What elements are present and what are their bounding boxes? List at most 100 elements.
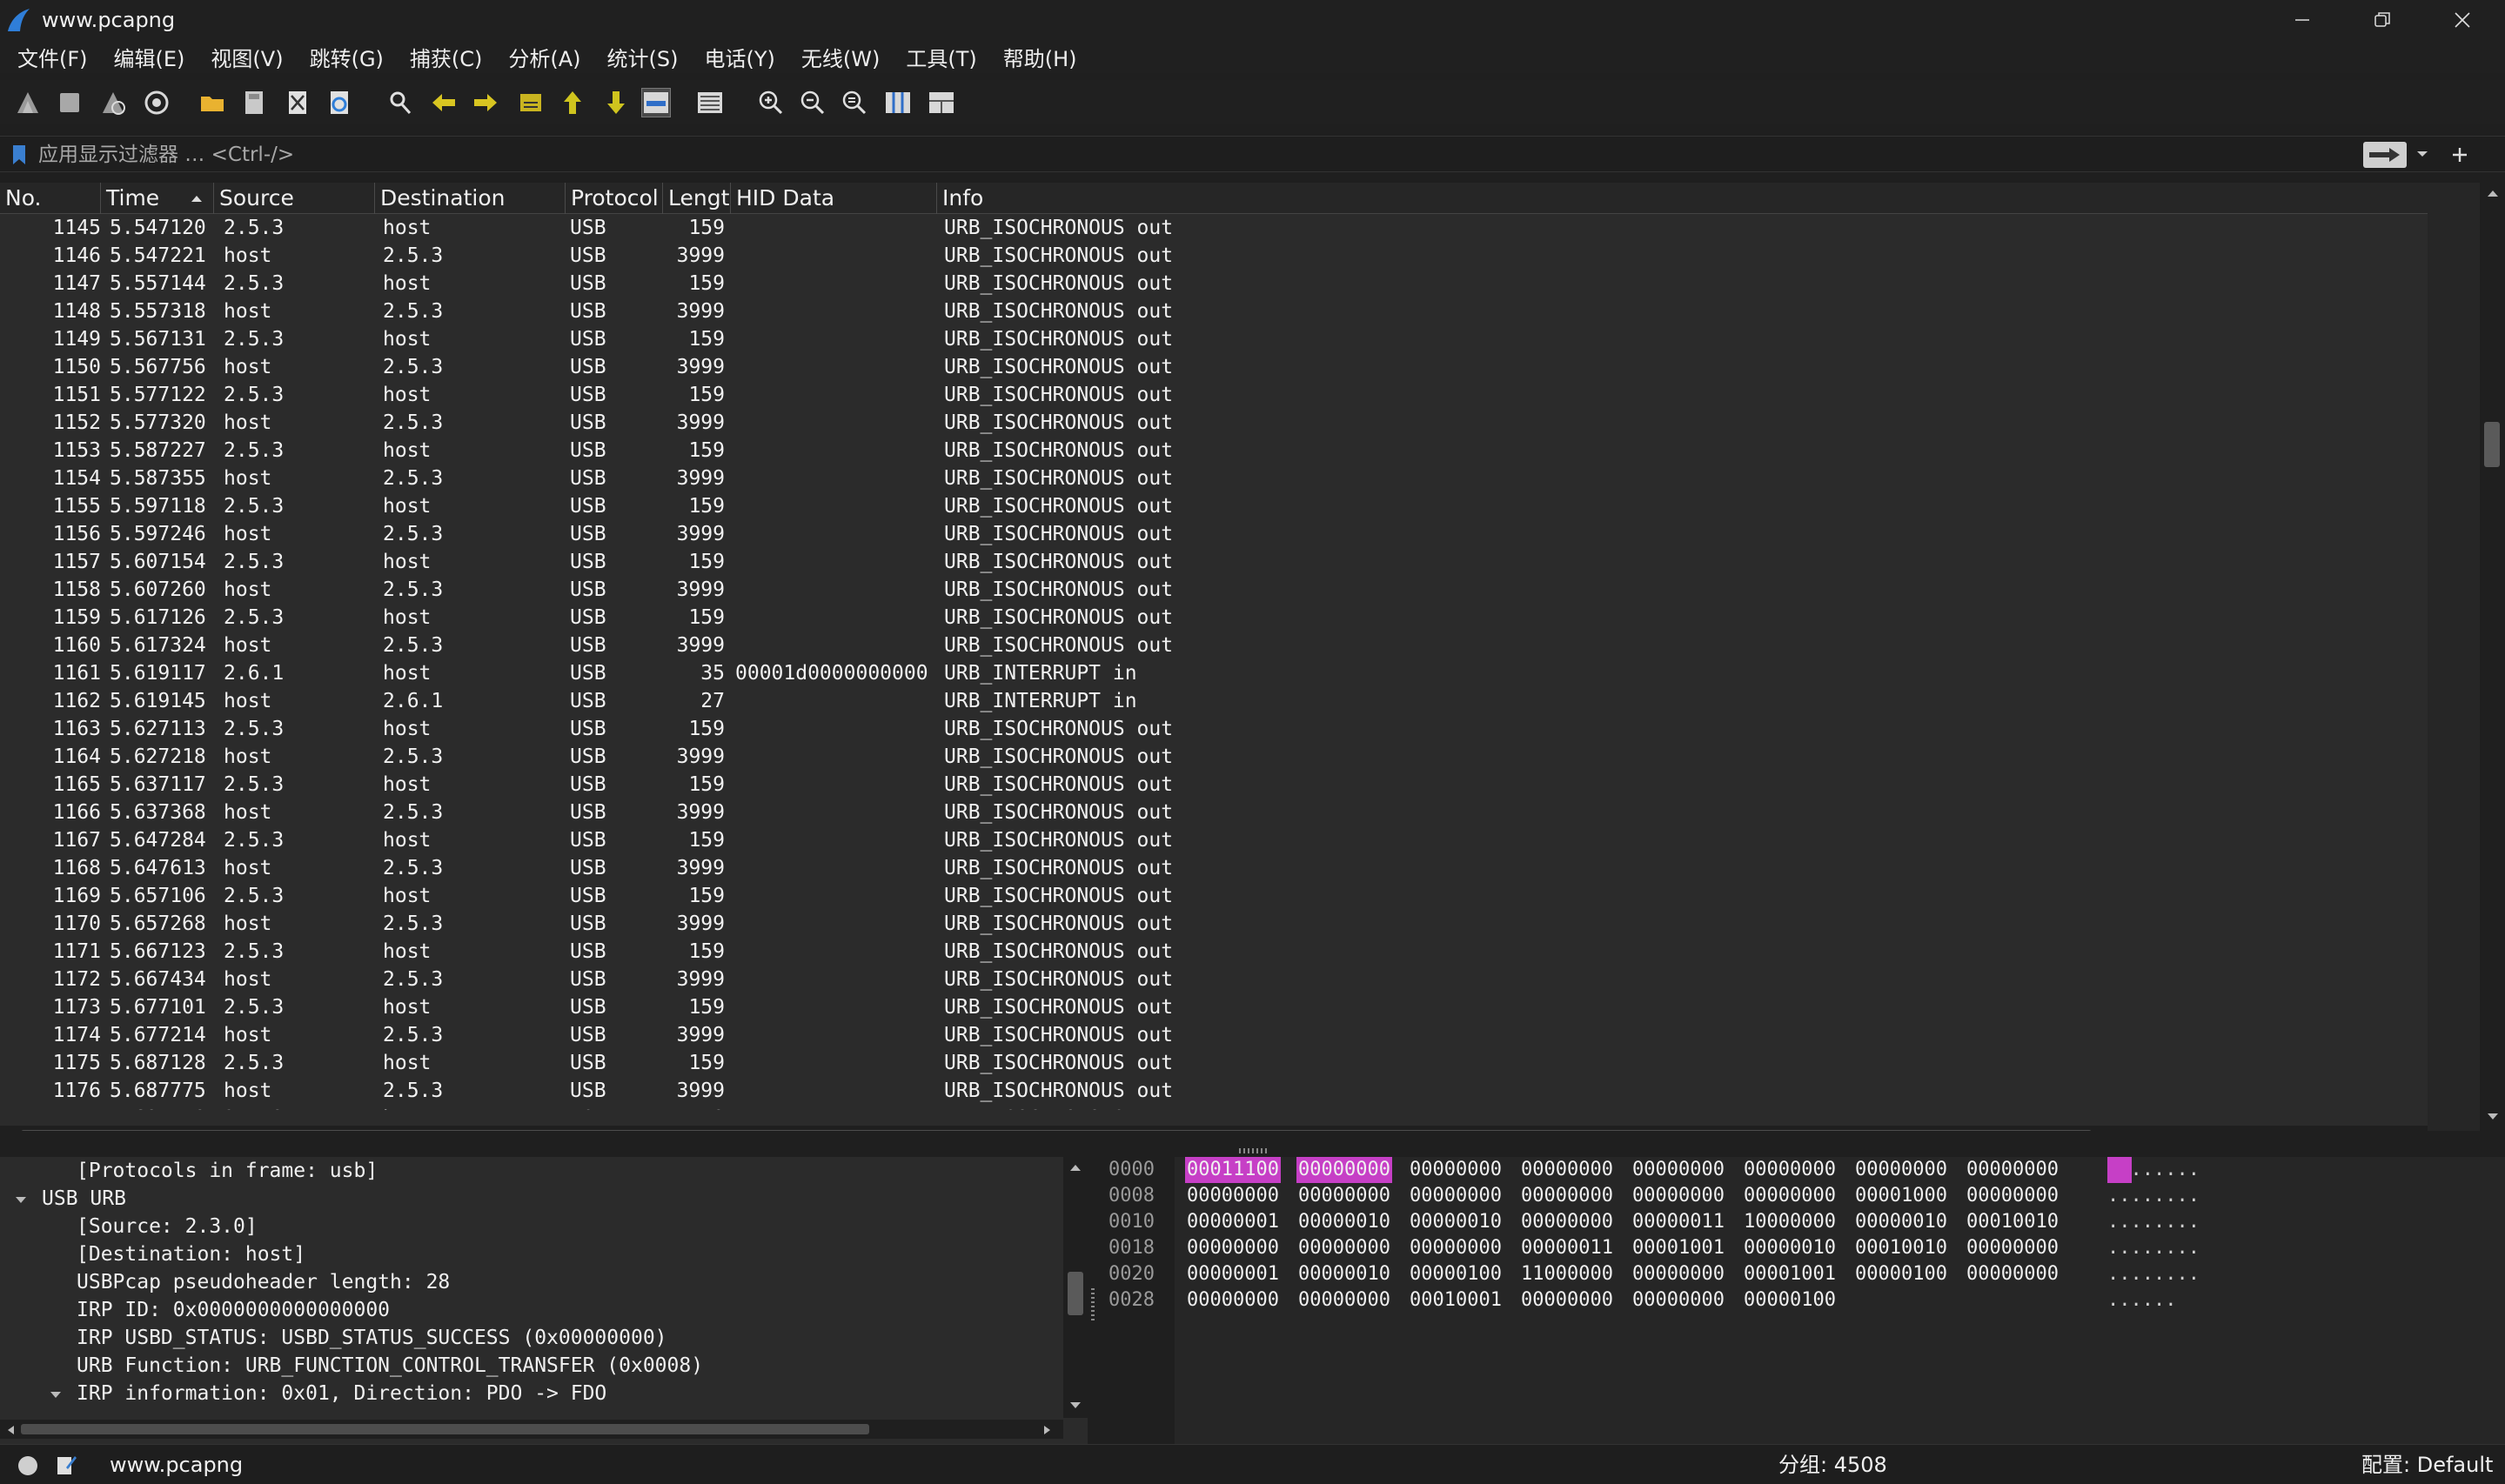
byte-value[interactable]: 00011100 bbox=[1185, 1157, 1281, 1183]
packet-row[interactable]: 1155 5.597118 2.5.3 host USB 159 URB_ISOCHRONO… bbox=[0, 492, 2428, 520]
byte-value[interactable]: 00000010 bbox=[1296, 1261, 1392, 1287]
byte-value[interactable]: 00010010 bbox=[1853, 1235, 1949, 1261]
scroll-up-icon[interactable] bbox=[2486, 188, 2500, 198]
packet-row[interactable]: 1149 5.567131 2.5.3 host USB 159 URB_ISOCHRONO… bbox=[0, 325, 2428, 353]
packet-row[interactable]: 1171 5.667123 2.5.3 host USB 159 URB_ISOCHRONO… bbox=[0, 938, 2428, 966]
menu-item-5[interactable]: 分析(A) bbox=[508, 42, 580, 72]
packet-row[interactable]: 1177 5.6971102.5.3 host USB159 URB_ISOCHRONO… bbox=[0, 1105, 2428, 1110]
ascii-line[interactable]: ........ bbox=[2107, 1183, 2200, 1209]
expand-arrow-icon[interactable] bbox=[49, 1390, 63, 1400]
byte-value[interactable]: 00000000 bbox=[1519, 1209, 1615, 1235]
ascii-line[interactable]: ........ bbox=[2107, 1235, 2200, 1261]
menu-item-7[interactable]: 电话(Y) bbox=[705, 42, 775, 72]
packet-row[interactable]: 1159 5.617126 2.5.3 host USB 159 URB_ISOCHRONO… bbox=[0, 604, 2428, 632]
byte-value[interactable]: 00000000 bbox=[1631, 1157, 1726, 1183]
column-header-source[interactable]: Source bbox=[214, 183, 375, 214]
details-vertical-scrollbar[interactable] bbox=[1063, 1157, 1088, 1418]
packet-row[interactable]: 1147 5.557144 2.5.3 host USB 159 URB_ISOCHRONO… bbox=[0, 270, 2428, 297]
byte-value[interactable]: 00000000 bbox=[1296, 1287, 1392, 1314]
byte-value[interactable]: 00000000 bbox=[1408, 1235, 1504, 1261]
byte-value[interactable]: 00000000 bbox=[1965, 1261, 2060, 1287]
menu-item-2[interactable]: 视图(V) bbox=[211, 42, 283, 72]
packet-row[interactable]: 1168 5.647613 host 2.5.3 USB 3999 URB_ISOCHRON… bbox=[0, 854, 2428, 882]
normal-size-button[interactable] bbox=[841, 89, 868, 117]
packet-row[interactable]: 1152 5.577320 host 2.5.3 USB 3999 URB_ISOCHRON… bbox=[0, 409, 2428, 437]
details-vertical-thumb[interactable] bbox=[1068, 1272, 1083, 1315]
ascii-line[interactable]: ........ bbox=[2107, 1261, 2200, 1287]
packet-row[interactable]: 1174 5.677214 host 2.5.3 USB 3999 URB_ISOCHRON… bbox=[0, 1021, 2428, 1049]
packet-row[interactable]: 1176 5.687775 host 2.5.3 USB 3999 URB_ISOCHRON… bbox=[0, 1077, 2428, 1105]
scroll-down-icon[interactable] bbox=[2486, 1112, 2500, 1122]
details-tree-item[interactable]: [Source: 2.3.0] bbox=[77, 1213, 258, 1240]
byte-value[interactable]: 00000000 bbox=[1185, 1287, 1281, 1314]
packet-row[interactable]: 1169 5.657106 2.5.3 host USB 159 URB_ISOCHRONO… bbox=[0, 882, 2428, 910]
add-filter-button-icon[interactable] bbox=[2450, 145, 2469, 164]
capture-options-button[interactable] bbox=[143, 89, 171, 117]
reload-file-button[interactable] bbox=[325, 89, 353, 117]
packet-row[interactable]: 1154 5.587355 host 2.5.3 USB 3999 URB_ISOCHRON… bbox=[0, 465, 2428, 492]
scroll-left-icon[interactable] bbox=[5, 1424, 16, 1436]
apply-filter-button[interactable] bbox=[2363, 142, 2407, 168]
byte-value[interactable]: 00000000 bbox=[1408, 1157, 1504, 1183]
packet-row[interactable]: 1161 5.619117 2.6.1 host USB 35 00001d00000000… bbox=[0, 659, 2428, 687]
byte-value[interactable]: 00000000 bbox=[1185, 1235, 1281, 1261]
byte-value[interactable]: 00000000 bbox=[1631, 1261, 1726, 1287]
start-capture-button[interactable] bbox=[14, 89, 42, 117]
details-tree-item[interactable]: IRP ID: 0x0000000000000000 bbox=[77, 1296, 390, 1324]
details-horizontal-scrollbar[interactable] bbox=[0, 1420, 1063, 1439]
column-header-hid-data[interactable]: HID Data bbox=[731, 183, 937, 214]
byte-value[interactable]: 00000000 bbox=[1296, 1157, 1392, 1183]
byte-value[interactable]: 00000010 bbox=[1742, 1235, 1838, 1261]
byte-value[interactable]: 00000000 bbox=[1742, 1183, 1838, 1209]
byte-value[interactable]: 11000000 bbox=[1519, 1261, 1615, 1287]
details-tree-item[interactable]: USBPcap pseudoheader length: 28 bbox=[77, 1268, 450, 1296]
byte-value[interactable]: 00000011 bbox=[1631, 1209, 1726, 1235]
column-header-protocol[interactable]: Protocol bbox=[566, 183, 663, 214]
byte-value[interactable]: 00000000 bbox=[1965, 1157, 2060, 1183]
packet-list-horizontal-thumb[interactable] bbox=[21, 1130, 2092, 1131]
go-first-packet-button[interactable] bbox=[559, 89, 586, 117]
scroll-down-icon[interactable] bbox=[1068, 1400, 1082, 1411]
packet-row[interactable]: 1157 5.607154 2.5.3 host USB 159 URB_ISOCHRONO… bbox=[0, 548, 2428, 576]
go-to-packet-button[interactable] bbox=[517, 89, 545, 117]
restart-capture-button[interactable] bbox=[99, 89, 127, 117]
menu-item-10[interactable]: 帮助(H) bbox=[1003, 42, 1077, 72]
packet-row[interactable]: 1165 5.637117 2.5.3 host USB 159 URB_ISOCHRONO… bbox=[0, 771, 2428, 799]
byte-value[interactable]: 10000000 bbox=[1742, 1209, 1838, 1235]
byte-value[interactable]: 00000001 bbox=[1185, 1209, 1281, 1235]
details-tree-item[interactable]: [Protocols in frame: usb] bbox=[77, 1157, 378, 1185]
packet-row[interactable]: 1148 5.557318 host 2.5.3 USB 3999 URB_ISOCHRON… bbox=[0, 297, 2428, 325]
packet-row[interactable]: 1163 5.627113 2.5.3 host USB 159 URB_ISOCHRONO… bbox=[0, 715, 2428, 743]
auto-scroll-button[interactable] bbox=[641, 88, 671, 117]
menu-item-8[interactable]: 无线(W) bbox=[801, 42, 880, 72]
byte-value[interactable]: 00000010 bbox=[1853, 1209, 1949, 1235]
byte-value[interactable]: 00000000 bbox=[1296, 1183, 1392, 1209]
byte-value[interactable]: 00000000 bbox=[1519, 1183, 1615, 1209]
capture-comment-icon[interactable] bbox=[56, 1454, 77, 1476]
packet-row[interactable]: 1158 5.607260 host 2.5.3 USB 3999 URB_ISOCHRON… bbox=[0, 576, 2428, 604]
byte-value[interactable]: 00000010 bbox=[1408, 1209, 1504, 1235]
byte-value[interactable]: 00000000 bbox=[1742, 1157, 1838, 1183]
expert-info-indicator-icon[interactable] bbox=[17, 1455, 38, 1476]
packet-row[interactable]: 1170 5.657268 host 2.5.3 USB 3999 URB_ISOCHRON… bbox=[0, 910, 2428, 938]
byte-value[interactable]: 00001001 bbox=[1742, 1261, 1838, 1287]
restore-button[interactable] bbox=[2342, 0, 2422, 40]
details-tree-item[interactable]: [Destination: host] bbox=[77, 1240, 305, 1268]
pane-splitter-handle[interactable] bbox=[1239, 1148, 1269, 1153]
menu-item-4[interactable]: 捕获(C) bbox=[410, 42, 482, 72]
packet-row[interactable]: 1164 5.627218 host 2.5.3 USB 3999 URB_ISOCHRON… bbox=[0, 743, 2428, 771]
save-file-button[interactable] bbox=[240, 89, 268, 117]
status-profile[interactable]: 配置: Default bbox=[2361, 1445, 2493, 1484]
byte-value[interactable]: 00000100 bbox=[1408, 1261, 1504, 1287]
layout-button[interactable] bbox=[928, 89, 955, 117]
column-header-info[interactable]: Info bbox=[937, 183, 2428, 214]
byte-value[interactable]: 00000100 bbox=[1853, 1261, 1949, 1287]
packet-row[interactable]: 1167 5.647284 2.5.3 host USB 159 URB_ISOCHRONO… bbox=[0, 826, 2428, 854]
display-filter-input[interactable] bbox=[38, 140, 2353, 170]
details-horizontal-thumb[interactable] bbox=[21, 1424, 869, 1434]
go-back-button[interactable] bbox=[430, 89, 458, 117]
column-header-time[interactable]: Time bbox=[101, 183, 214, 214]
packet-row[interactable]: 1156 5.597246 host 2.5.3 USB 3999 URB_ISOCHRON… bbox=[0, 520, 2428, 548]
menu-item-6[interactable]: 统计(S) bbox=[607, 42, 679, 72]
byte-value[interactable]: 00000000 bbox=[1408, 1183, 1504, 1209]
